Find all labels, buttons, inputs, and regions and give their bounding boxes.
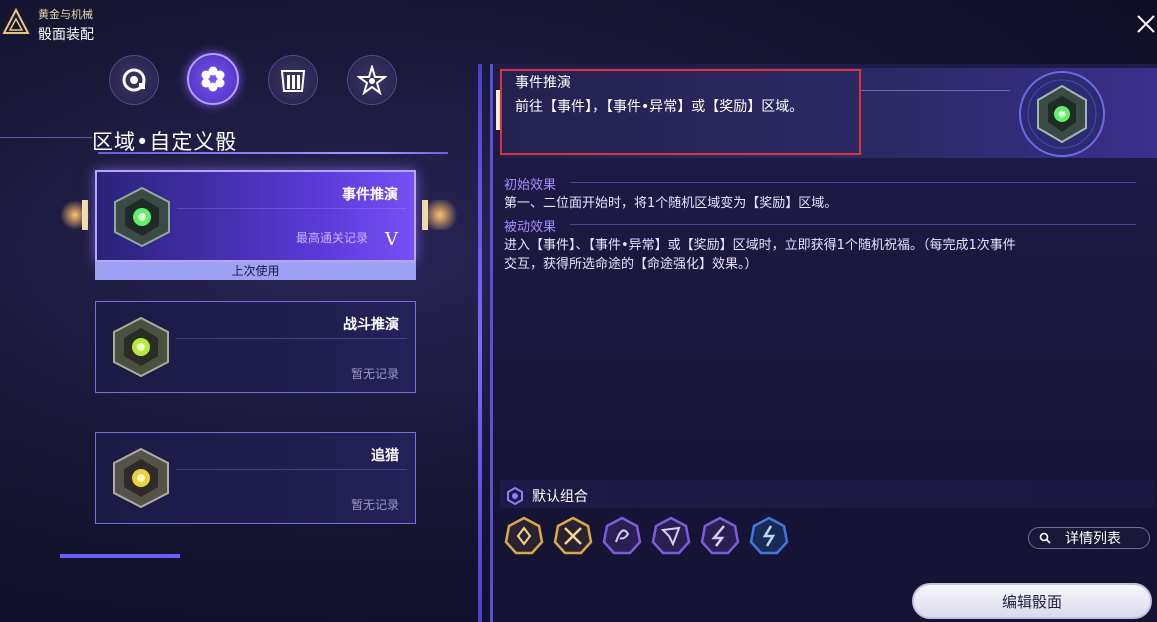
initial-effect-text: 第一、二位面开始时，将1个随机区域变为【奖励】区域。: [504, 196, 838, 211]
die-card-hunt[interactable]: 追猎 暂无记录: [95, 432, 416, 524]
combo-bar: [500, 480, 1155, 508]
card-record: 暂无记录: [350, 498, 399, 512]
selection-marker: [82, 200, 88, 230]
card-name: 事件推演: [342, 187, 398, 203]
search-icon: [1039, 532, 1051, 544]
blessing-purple-3-icon[interactable]: [700, 516, 740, 556]
app-subtitle: 黄金与机械: [38, 8, 93, 21]
die-yellowgreen-icon: [113, 316, 169, 378]
decor-line: [0, 137, 92, 138]
die-card-event[interactable]: 事件推演 最高通关记录 V: [95, 170, 416, 262]
page-title: 骰面装配: [38, 27, 94, 43]
tab-gear[interactable]: [109, 55, 159, 105]
decor-bar: [60, 554, 180, 558]
initial-effect-label: 初始效果: [504, 178, 557, 193]
passive-effect-text-1: 进入【事件】、【事件•异常】或【奖励】区域时，立即获得1个随机祝福。（每完成1次…: [504, 238, 1016, 253]
tab-pillars[interactable]: [268, 55, 318, 105]
tab-flower[interactable]: [187, 53, 239, 105]
die-yellow-icon: [113, 447, 169, 509]
tab-star[interactable]: [347, 55, 397, 105]
header-line: [860, 90, 1010, 91]
gear-c-icon: [122, 68, 146, 92]
close-icon[interactable]: [1134, 10, 1157, 38]
passive-effect-label: 被动效果: [504, 220, 557, 235]
app-logo-icon: [2, 8, 30, 34]
edit-die-label: 编辑骰面: [1001, 592, 1062, 611]
blessing-gold-2-icon[interactable]: [553, 516, 593, 556]
last-used-badge: 上次使用: [95, 262, 416, 280]
best-record-label: 最高通关记录: [295, 231, 368, 245]
divider: [478, 64, 482, 622]
section-underline: [98, 152, 448, 154]
selection-marker: [422, 200, 428, 230]
blessing-gold-1-icon[interactable]: [504, 516, 544, 556]
details-list-button[interactable]: 详情列表: [1028, 527, 1150, 549]
best-record-grade: V: [385, 229, 398, 250]
effect-divider: [570, 224, 1136, 225]
die-green-icon: [114, 186, 170, 248]
card-name: 战斗推演: [343, 317, 399, 333]
selected-die-icon: [1019, 71, 1105, 157]
details-list-label: 详情列表: [1065, 531, 1121, 547]
blessing-purple-2-icon[interactable]: [651, 516, 691, 556]
pillars-icon: [280, 70, 306, 92]
card-name: 追猎: [371, 448, 399, 464]
card-record: 暂无记录: [350, 367, 399, 381]
blessing-blue-icon[interactable]: [749, 516, 789, 556]
card-decor-lines: [177, 208, 406, 248]
combo-hex-icon: [507, 487, 523, 505]
combo-label: 默认组合: [532, 489, 588, 505]
blessing-purple-1-icon[interactable]: [602, 516, 642, 556]
passive-effect-text-2: 交互，获得所选命途的【命途强化】效果。）: [504, 257, 758, 272]
die-card-battle[interactable]: 战斗推演 暂无记录: [95, 301, 416, 393]
flower-icon: [201, 66, 225, 92]
effect-divider: [570, 182, 1136, 183]
edit-die-button[interactable]: 编辑骰面: [912, 583, 1152, 619]
highlight-box: [500, 69, 861, 155]
star-burst-icon: [357, 65, 387, 95]
